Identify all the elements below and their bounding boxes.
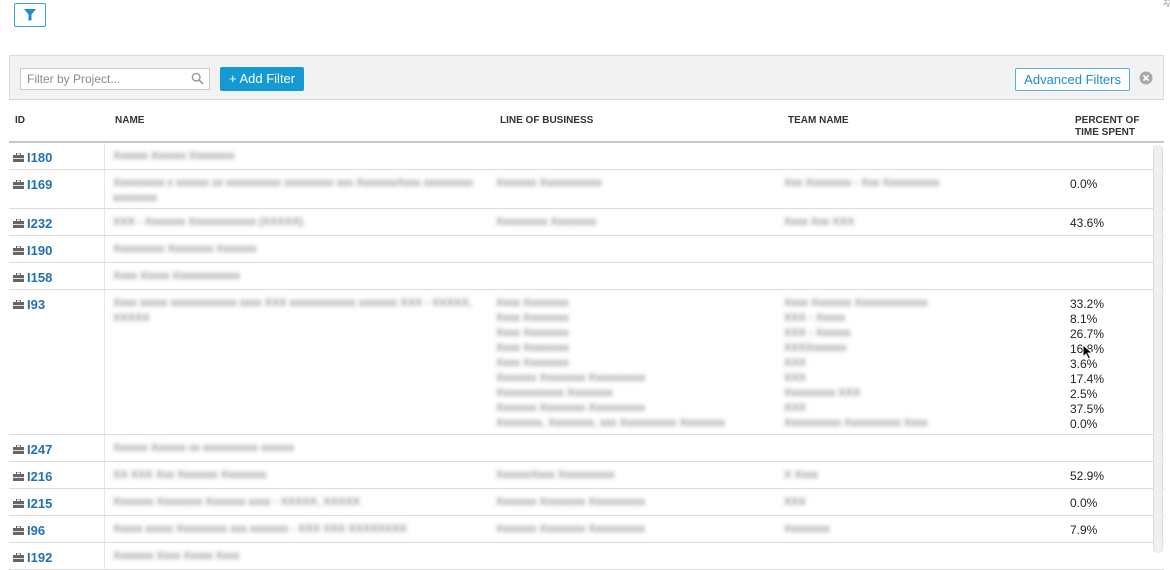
project-name-blurred: Xxxxxx Xxxxxx Xxxxxxxx: [113, 150, 235, 162]
project-id-link[interactable]: I232: [27, 216, 52, 231]
team-name-blurred: Xxxxxxxx: [784, 523, 830, 535]
projects-table-body: I180 Xxxxxx Xxxxxx Xxxxxxxx I169 Xxxxxxx…: [9, 143, 1164, 570]
table-row[interactable]: I232 XXX - Xxxxxxx Xxxxxxxxxxxx (XXXXX) …: [9, 209, 1164, 236]
briefcase-icon: [13, 180, 24, 189]
table-row[interactable]: I93 Xxxx xxxxx xxxxxxxxxxxx xxxx XXX xxx…: [9, 290, 1164, 435]
funnel-icon: [24, 9, 36, 21]
project-id-link[interactable]: I215: [27, 496, 52, 511]
briefcase-icon: [13, 526, 24, 535]
line-of-business-blurred: XxxxxxXxxx Xxxxxxxxxx: [496, 469, 615, 481]
id-cell: I192: [13, 550, 52, 565]
percent-time-spent: 7.9%: [1070, 523, 1098, 537]
team-name-blurred: XXX: [784, 496, 807, 508]
project-id-link[interactable]: I216: [27, 469, 52, 484]
mouse-cursor-icon: [1082, 344, 1094, 360]
percent-time-spent: 52.9%: [1070, 469, 1105, 483]
briefcase-icon: [13, 300, 24, 309]
column-header-team-name[interactable]: TEAM NAME: [788, 115, 849, 127]
advanced-filters-button[interactable]: Advanced Filters: [1015, 68, 1130, 91]
table-row[interactable]: I192 Xxxxxxx Xxxx Xxxxx Xxxx: [9, 543, 1164, 570]
briefcase-icon: [13, 499, 24, 508]
percent-time-spent: 43.6%: [1070, 216, 1105, 230]
column-header-name[interactable]: NAME: [115, 115, 144, 127]
id-cell: I215: [13, 496, 52, 511]
project-name-blurred: Xxxxxxx Xxxx Xxxxx Xxxx: [113, 550, 240, 562]
project-id-link[interactable]: I169: [27, 177, 52, 192]
filter-bar: + Add Filter Advanced Filters: [9, 55, 1164, 100]
id-cell: I158: [13, 270, 52, 285]
column-header-percent-time-spent[interactable]: PERCENT OF TIME SPENT: [1075, 115, 1139, 139]
id-cell: I190: [13, 243, 52, 258]
project-search-input[interactable]: [21, 69, 187, 89]
id-cell: I169: [13, 177, 52, 192]
add-filter-button[interactable]: + Add Filter: [220, 67, 305, 91]
team-name-blurred: Xxxx Xxx XXX: [784, 216, 855, 228]
column-header-line-of-business[interactable]: LINE OF BUSINESS: [500, 115, 593, 127]
project-name-blurred: Xxxxxxx Xxxxxxxx Xxxxxxx xxxx - XXXXX, X…: [113, 496, 360, 508]
line-of-business-blurred: Xxxxxxx Xxxxxxxx Xxxxxxxxxx: [496, 523, 646, 535]
percent-header-line1: PERCENT OF: [1075, 115, 1140, 126]
gear-icon[interactable]: ✲: [1162, 0, 1170, 11]
briefcase-icon: [13, 472, 24, 481]
percent-time-spent: 0.0%: [1070, 496, 1098, 510]
project-name-blurred: XXX - Xxxxxxx Xxxxxxxxxxxx (XXXXX): [113, 216, 304, 228]
team-name-blurred: Xxx Xxxxxxxx - Xxx Xxxxxxxxxx: [784, 177, 940, 189]
project-name-blurred: Xxxxxx Xxxxxx xx xxxxxxxxxx xxxxxx: [113, 442, 294, 454]
percent-time-spent-list: 33.2%8.1%26.7% 16.8%3.6%17.4% 2.5%37.5%0…: [1070, 297, 1105, 431]
team-name-blurred: Xxxx Xxxxxxx Xxxxxxxxxxxxx XXX - Xxxxx XXX…: [784, 297, 928, 429]
filter-toggle-button[interactable]: [14, 3, 46, 27]
table-row[interactable]: I216 XX XXX Xxx Xxxxxxx Xxxxxxxx XxxxxxX…: [9, 462, 1164, 489]
id-cell: I93: [13, 297, 45, 312]
project-name-blurred: Xxxx Xxxxx Xxxxxxxxxxxx: [113, 270, 241, 282]
project-id-link[interactable]: I180: [27, 150, 52, 165]
briefcase-icon: [13, 553, 24, 562]
project-name-blurred: XX XXX Xxx Xxxxxxx Xxxxxxxx: [113, 469, 267, 481]
briefcase-icon: [13, 219, 24, 228]
table-row[interactable]: I190 Xxxxxxxxx Xxxxxxxx Xxxxxxx: [9, 236, 1164, 263]
project-id-link[interactable]: I93: [27, 297, 45, 312]
briefcase-icon: [13, 153, 24, 162]
team-name-blurred: X Xxxx: [784, 469, 819, 481]
id-cell: I232: [13, 216, 52, 231]
table-row[interactable]: I96 Xxxxx xxxxx Xxxxxxxxx xxx xxxxxxx - …: [9, 516, 1164, 543]
table-row[interactable]: I158 Xxxx Xxxxx Xxxxxxxxxxxx: [9, 263, 1164, 290]
project-id-link[interactable]: I247: [27, 442, 52, 457]
id-cell: I216: [13, 469, 52, 484]
project-name-blurred: Xxxxx xxxxx Xxxxxxxxx xxx xxxxxxx - XXX …: [113, 523, 408, 535]
table-row[interactable]: I180 Xxxxxx Xxxxxx Xxxxxxxx: [9, 143, 1164, 170]
line-of-business-blurred: Xxxx Xxxxxxxx Xxxx Xxxxxxxx Xxxx Xxxxxxxx X…: [496, 297, 726, 429]
search-icon[interactable]: [191, 72, 204, 85]
table-row[interactable]: I169 Xxxxxxxxx x xxxxxx xx xxxxxxxxxx xx…: [9, 170, 1164, 209]
column-header-id[interactable]: ID: [15, 115, 25, 127]
percent-header-line2: TIME SPENT: [1075, 127, 1136, 138]
percent-time-spent: 0.0%: [1070, 177, 1098, 191]
line-of-business-blurred: Xxxxxxx Xxxxxxxx Xxxxxxxxxx: [496, 496, 646, 508]
id-cell: I180: [13, 150, 52, 165]
briefcase-icon: [13, 273, 24, 282]
id-cell: I96: [13, 523, 45, 538]
id-cell: I247: [13, 442, 52, 457]
briefcase-icon: [13, 445, 24, 454]
line-of-business-blurred: Xxxxxxxxx Xxxxxxxx: [496, 216, 597, 228]
project-name-blurred: Xxxxxxxxx x xxxxxx xx xxxxxxxxxx xxxxxxx…: [113, 177, 473, 204]
project-name-blurred: Xxxxxxxxx Xxxxxxxx Xxxxxxx: [113, 243, 257, 255]
project-id-link[interactable]: I96: [27, 523, 45, 538]
project-id-link[interactable]: I192: [27, 550, 52, 565]
table-row[interactable]: I215 Xxxxxxx Xxxxxxxx Xxxxxxx xxxx - XXX…: [9, 489, 1164, 516]
project-search-box: [20, 68, 210, 90]
line-of-business-blurred: Xxxxxxx Xxxxxxxxxxx: [496, 177, 602, 189]
table-row[interactable]: I247 Xxxxxx Xxxxxx xx xxxxxxxxxx xxxxxx: [9, 435, 1164, 462]
project-id-link[interactable]: I158: [27, 270, 52, 285]
clear-filters-icon[interactable]: [1139, 71, 1153, 85]
briefcase-icon: [13, 246, 24, 255]
project-name-blurred: Xxxx xxxxx xxxxxxxxxxxx xxxx XXX xxxxxxx…: [113, 297, 472, 324]
project-id-link[interactable]: I190: [27, 243, 52, 258]
table-scrollbar[interactable]: [1153, 145, 1163, 553]
